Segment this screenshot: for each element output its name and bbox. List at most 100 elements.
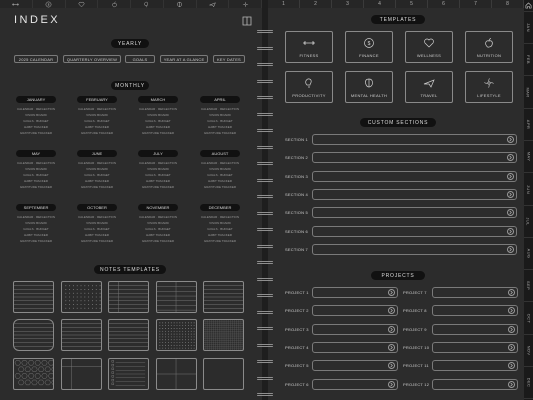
side-tab-jul[interactable]: JUL	[524, 206, 533, 238]
note-template-thumbnail[interactable]	[203, 319, 244, 351]
project-field[interactable]	[312, 341, 398, 353]
section-arrow-button[interactable]	[507, 190, 514, 198]
note-template-thumbnail[interactable]	[61, 358, 102, 390]
side-tab-sep[interactable]: SEP	[524, 270, 533, 303]
template-card-nutrition[interactable]: NUTRITION	[465, 31, 513, 63]
page-tab[interactable]: 6	[428, 0, 460, 8]
note-template-thumbnail[interactable]	[61, 319, 102, 351]
section-arrow-button[interactable]	[507, 245, 514, 253]
month-link[interactable]: GRATITUDE TRACKER	[196, 184, 244, 190]
note-template-thumbnail[interactable]	[108, 358, 149, 390]
note-template-thumbnail[interactable]	[203, 358, 244, 390]
template-card-productivity[interactable]: PRODUCTIVITY	[285, 71, 333, 103]
project-field[interactable]	[432, 378, 518, 390]
month-name[interactable]: AUGUST	[200, 150, 240, 157]
section-field[interactable]	[312, 170, 517, 182]
section-arrow-button[interactable]	[507, 172, 514, 180]
section-field[interactable]	[312, 188, 517, 200]
month-name[interactable]: NOVEMBER	[138, 204, 178, 211]
project-arrow-button[interactable]	[388, 289, 395, 296]
side-tab-feb[interactable]: FEB	[524, 44, 533, 77]
month-name[interactable]: SEPTEMBER	[16, 204, 56, 211]
template-card-fitness[interactable]: FITNESS	[285, 31, 333, 63]
top-icon-tab[interactable]	[0, 0, 33, 8]
page-tab[interactable]: 7	[460, 0, 492, 8]
note-template-thumbnail[interactable]	[156, 319, 197, 351]
template-card-finance[interactable]: $ FINANCE	[345, 31, 393, 63]
project-arrow-button[interactable]	[508, 289, 515, 296]
note-template-thumbnail[interactable]	[108, 319, 149, 351]
project-arrow-button[interactable]	[508, 325, 515, 333]
month-name[interactable]: FEBRUARY	[77, 96, 117, 103]
side-tab-may[interactable]: MAY	[524, 141, 533, 174]
yearly-button[interactable]: 2025 CALENDAR	[14, 55, 58, 63]
top-icon-tab[interactable]	[98, 0, 131, 8]
side-tab-jan[interactable]: JAN	[524, 12, 533, 44]
project-arrow-button[interactable]	[388, 362, 395, 370]
section-field[interactable]	[312, 243, 517, 255]
note-template-thumbnail[interactable]	[13, 319, 54, 351]
month-link[interactable]: GRATITUDE TRACKER	[73, 130, 121, 136]
month-link[interactable]: GRATITUDE TRACKER	[12, 238, 60, 244]
page-tab[interactable]: 3	[332, 0, 364, 8]
project-arrow-button[interactable]	[388, 343, 395, 351]
project-field[interactable]	[432, 287, 518, 298]
month-link[interactable]: GRATITUDE TRACKER	[134, 238, 182, 244]
side-tab-aug[interactable]: AUG	[524, 238, 533, 271]
month-name[interactable]: JULY	[138, 150, 178, 157]
yearly-button[interactable]: QUARTERLY OVERVIEW	[63, 55, 121, 63]
project-arrow-button[interactable]	[508, 380, 515, 388]
project-arrow-button[interactable]	[388, 380, 395, 388]
project-arrow-button[interactable]	[388, 325, 395, 333]
month-name[interactable]: JUNE	[77, 150, 117, 157]
page-tab[interactable]: 8	[492, 0, 524, 8]
month-link[interactable]: GRATITUDE TRACKER	[196, 130, 244, 136]
section-arrow-button[interactable]	[507, 227, 514, 235]
month-link[interactable]: GRATITUDE TRACKER	[12, 130, 60, 136]
project-arrow-button[interactable]	[508, 343, 515, 351]
page-tab[interactable]: 5	[396, 0, 428, 8]
section-field[interactable]	[312, 152, 517, 164]
note-template-thumbnail[interactable]	[13, 281, 54, 313]
project-field[interactable]	[312, 323, 398, 335]
side-tab-mar[interactable]: MAR	[524, 77, 533, 109]
top-icon-tab[interactable]	[229, 0, 262, 8]
section-field[interactable]	[312, 225, 517, 237]
project-field[interactable]	[312, 360, 398, 372]
yearly-button[interactable]: YEAR AT A GLANCE	[160, 55, 208, 63]
note-template-thumbnail[interactable]	[203, 281, 244, 313]
month-name[interactable]: APRIL	[200, 96, 240, 103]
project-arrow-button[interactable]	[508, 362, 515, 370]
side-tab-apr[interactable]: APR	[524, 109, 533, 141]
section-arrow-button[interactable]	[507, 136, 514, 143]
top-icon-tab[interactable]	[131, 0, 164, 8]
top-icon-tab[interactable]	[66, 0, 99, 8]
project-arrow-button[interactable]	[508, 307, 515, 315]
note-template-thumbnail[interactable]	[156, 281, 197, 313]
side-tab-nov[interactable]: NOV	[524, 335, 533, 367]
month-name[interactable]: JANUARY	[16, 96, 56, 103]
month-link[interactable]: GRATITUDE TRACKER	[134, 130, 182, 136]
top-icon-tab[interactable]	[197, 0, 230, 8]
template-card-wellness[interactable]: WELLNESS	[405, 31, 453, 63]
template-card-travel[interactable]: TRAVEL	[405, 71, 453, 103]
month-link[interactable]: GRATITUDE TRACKER	[196, 238, 244, 244]
page-tab[interactable]: 2	[300, 0, 332, 8]
project-arrow-button[interactable]	[388, 307, 395, 315]
month-name[interactable]: DECEMBER	[200, 204, 240, 211]
page-tab[interactable]: 1	[268, 0, 300, 8]
top-icon-tab[interactable]: $	[33, 0, 66, 8]
month-name[interactable]: MARCH	[138, 96, 178, 103]
template-card-lifestyle[interactable]: LIFESTYLE	[465, 71, 513, 103]
home-icon[interactable]	[524, 0, 533, 12]
top-icon-tab[interactable]	[164, 0, 197, 8]
project-field[interactable]	[432, 341, 518, 353]
template-card-mental-health[interactable]: MENTAL HEALTH	[345, 71, 393, 103]
project-field[interactable]	[312, 287, 398, 298]
yearly-button[interactable]: GOALS	[125, 55, 155, 63]
project-field[interactable]	[432, 323, 518, 335]
project-field[interactable]	[312, 305, 398, 317]
project-field[interactable]	[312, 378, 398, 390]
side-tab-dec[interactable]: DEC	[524, 367, 533, 400]
project-field[interactable]	[432, 305, 518, 317]
